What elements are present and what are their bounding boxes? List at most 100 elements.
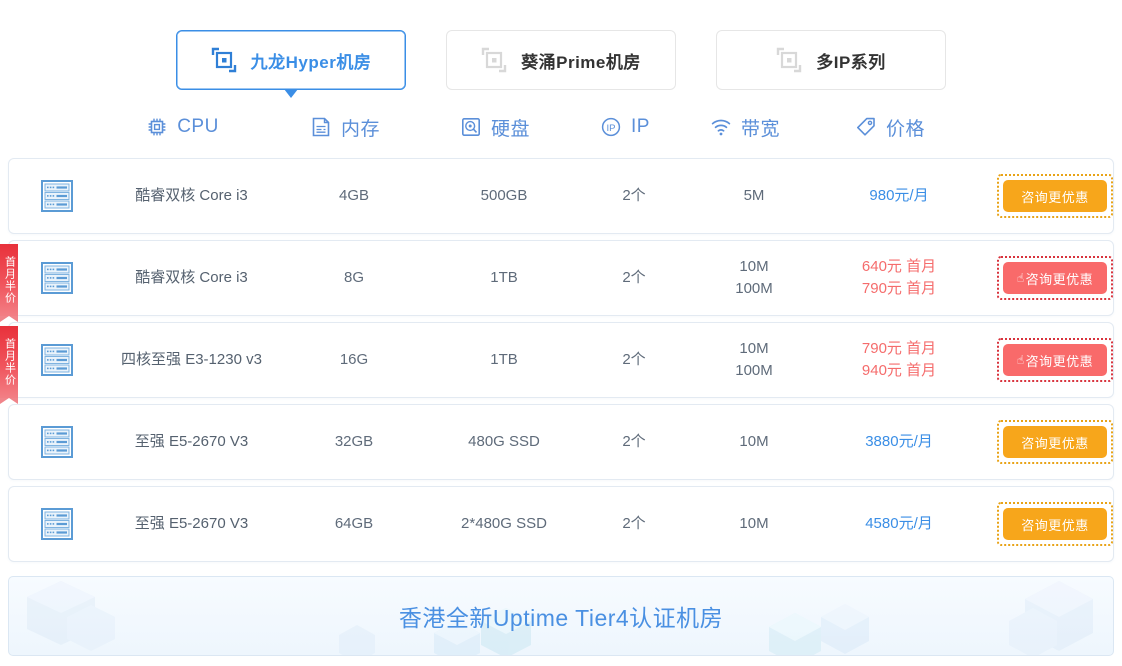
pointing-hand-icon: ☝ <box>1016 271 1025 285</box>
banner-title: 香港全新Uptime Tier4认证机房 <box>398 605 724 631</box>
bandwidth-value: 10M <box>739 515 769 532</box>
table-row: 酷睿双核 Core i3 4GB 500GB 2个 5M 980元/月 咨询更优… <box>0 158 1122 240</box>
server-icon <box>9 507 104 541</box>
pricing-page: 九龙Hyper机房 葵涌Prime机房 多IP系列 CPU 内存 硬盘 IP I… <box>0 0 1122 666</box>
table-row: 至强 E5-2670 V3 64GB 2*480G SSD 2个 10M 458… <box>0 486 1122 568</box>
cpu-value: 至强 E5-2670 V3 <box>134 515 249 532</box>
column-header-label: IP <box>631 116 650 137</box>
memory-value: 64GB <box>334 515 374 532</box>
plan-row: 四核至强 E3-1230 v3 16G 1TB 2个 10M 100M 790元 … <box>8 322 1114 398</box>
cta-dotted-frame: 咨询更优惠 <box>997 174 1113 218</box>
price-value: 940元 首月 <box>861 362 937 379</box>
promo-ribbon-badge: 首月半价 <box>0 244 18 322</box>
ip-value: 2个 <box>622 351 646 368</box>
table-row: 首月半价 四核至强 E3-1230 v3 16G 1TB 2个 10M 100M … <box>0 322 1122 404</box>
plan-row: 酷睿双核 Core i3 8G 1TB 2个 10M 100M 640元 首月 79… <box>8 240 1114 316</box>
consult-button[interactable]: ☝ 咨询更优惠 <box>1003 344 1107 376</box>
tab-kowloon-hyper[interactable]: 九龙Hyper机房 <box>176 30 406 98</box>
ip-value: 2个 <box>622 269 646 286</box>
price-value: 790元 首月 <box>861 280 937 297</box>
tab-label: 多IP系列 <box>816 52 886 72</box>
bandwidth-cell: 10M <box>689 431 819 453</box>
consult-button[interactable]: 咨询更优惠 <box>1003 426 1107 458</box>
tab-label: 葵涌Prime机房 <box>521 52 641 72</box>
server-icon <box>9 261 104 295</box>
column-header-label: 内存 <box>340 118 380 140</box>
disk-value: 480G SSD <box>468 433 540 450</box>
memory-icon <box>310 116 332 138</box>
disk-value: 1TB <box>490 351 518 368</box>
price-value: 4580元/月 <box>865 515 933 532</box>
consult-button[interactable]: 咨询更优惠 <box>1003 180 1107 212</box>
bandwidth-cell: 5M <box>689 185 819 207</box>
action-cell: 咨询更优惠 <box>979 174 1122 218</box>
footer-banner: 香港全新Uptime Tier4认证机房 <box>8 576 1114 656</box>
bandwidth-icon <box>710 116 732 138</box>
svg-text:IP: IP <box>607 123 616 134</box>
cpu-value: 酷睿双核 Core i3 <box>135 187 248 204</box>
ip-value: 2个 <box>622 515 646 532</box>
column-header-label: CPU <box>177 116 219 137</box>
action-cell: 咨询更优惠 <box>979 502 1122 546</box>
header-spacer <box>0 108 95 146</box>
disk-value: 1TB <box>490 269 518 286</box>
column-header-price: 价格 <box>810 108 970 146</box>
plan-row: 酷睿双核 Core i3 4GB 500GB 2个 5M 980元/月 咨询更优… <box>8 158 1114 234</box>
plan-row: 至强 E5-2670 V3 64GB 2*480G SSD 2个 10M 458… <box>8 486 1114 562</box>
cta-dotted-frame: 咨询更优惠 <box>997 420 1113 464</box>
tab-multi-ip[interactable]: 多IP系列 <box>716 30 946 90</box>
cta-dotted-frame: ☝ 咨询更优惠 <box>997 338 1113 382</box>
consult-button[interactable]: 咨询更优惠 <box>1003 508 1107 540</box>
header-spacer-action <box>970 108 1122 146</box>
price-cell: 980元/月 <box>819 185 979 207</box>
column-header-cpu: CPU <box>95 108 270 146</box>
column-header-label: 硬盘 <box>490 118 530 140</box>
tab-label: 九龙Hyper机房 <box>250 52 372 72</box>
column-header-disk: 硬盘 <box>420 108 570 146</box>
memory-value: 16G <box>339 351 369 368</box>
cta-dotted-frame: 咨询更优惠 <box>997 502 1113 546</box>
price-cell: 4580元/月 <box>819 513 979 535</box>
price-cell: 3880元/月 <box>819 431 979 453</box>
consult-button-label: 咨询更优惠 <box>1021 517 1089 533</box>
promo-ribbon-badge: 首月半价 <box>0 326 18 404</box>
bandwidth-value: 100M <box>735 280 773 297</box>
cpu-value: 酷睿双核 Core i3 <box>135 269 248 286</box>
price-value: 790元 首月 <box>861 340 937 357</box>
consult-button-label: 咨询更优惠 <box>1025 271 1094 287</box>
ip-icon: IP <box>600 116 622 138</box>
price-cell: 640元 首月 790元 首月 <box>819 256 979 300</box>
price-cell: 790元 首月 940元 首月 <box>819 338 979 382</box>
cpu-value: 至强 E5-2670 V3 <box>134 433 249 450</box>
datacenter-icon <box>481 47 507 73</box>
memory-value: 4GB <box>338 187 369 204</box>
plan-row: 至强 E5-2670 V3 32GB 480G SSD 2个 10M 3880元… <box>8 404 1114 480</box>
table-row: 首月半价 酷睿双核 Core i3 8G 1TB 2个 10M 100M 640元… <box>0 240 1122 322</box>
memory-value: 8G <box>343 269 364 286</box>
price-tag-icon <box>855 116 877 138</box>
server-icon <box>9 179 104 213</box>
bandwidth-value: 10M <box>739 340 769 357</box>
pointing-hand-icon: ☝ <box>1016 353 1025 367</box>
tab-active-arrow-icon <box>284 89 298 98</box>
disk-value: 500GB <box>480 187 528 204</box>
plan-table: 酷睿双核 Core i3 4GB 500GB 2个 5M 980元/月 咨询更优… <box>0 158 1122 568</box>
cta-dotted-frame: ☝ 咨询更优惠 <box>997 256 1113 300</box>
action-cell: ☝ 咨询更优惠 <box>979 338 1122 382</box>
price-value: 980元/月 <box>869 187 929 204</box>
price-value: 3880元/月 <box>865 433 933 450</box>
bandwidth-value: 10M <box>739 258 769 275</box>
action-cell: ☝ 咨询更优惠 <box>979 256 1122 300</box>
action-cell: 咨询更优惠 <box>979 420 1122 464</box>
bandwidth-cell: 10M <box>689 513 819 535</box>
cpu-value: 四核至强 E3-1230 v3 <box>121 351 262 368</box>
datacenter-icon <box>776 47 802 73</box>
server-icon <box>9 425 104 459</box>
column-header-memory: 内存 <box>270 108 420 146</box>
tab-kwai-chung-prime[interactable]: 葵涌Prime机房 <box>446 30 676 90</box>
server-icon <box>9 343 104 377</box>
ip-value: 2个 <box>622 187 646 204</box>
harddisk-icon <box>460 116 482 138</box>
consult-button[interactable]: ☝ 咨询更优惠 <box>1003 262 1107 294</box>
bandwidth-value: 100M <box>735 362 773 379</box>
